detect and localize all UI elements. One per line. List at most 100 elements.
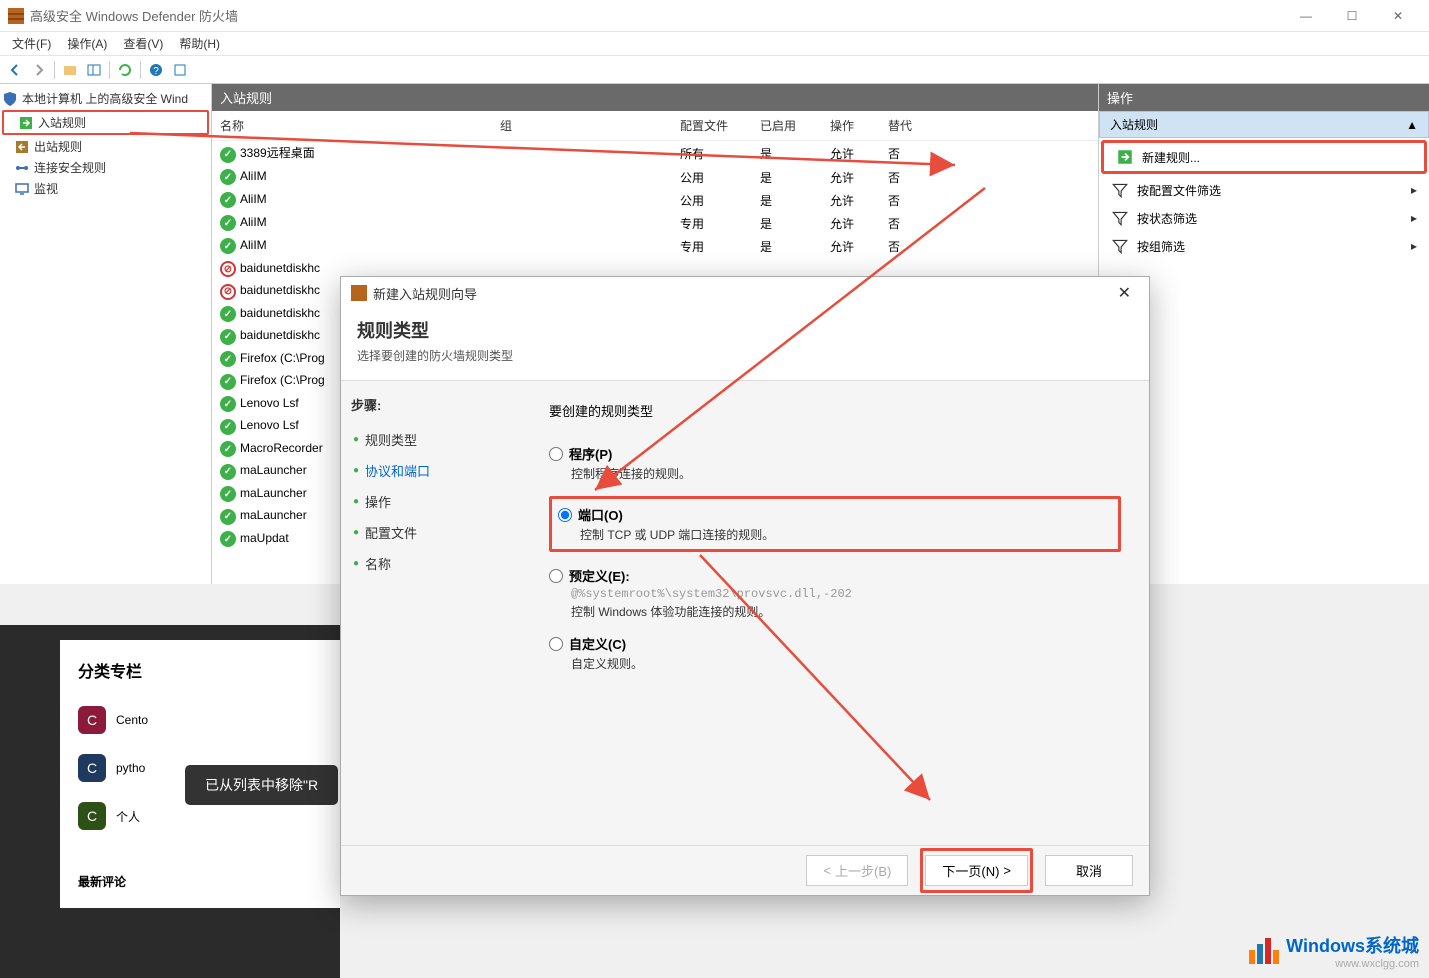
rule-row[interactable]: ✓3389远程桌面所有是允许否: [212, 141, 1098, 166]
tree-connection-security[interactable]: 连接安全规则: [0, 157, 211, 178]
rule-name: maLauncher: [240, 486, 307, 500]
watermark-logo-icon: [1248, 938, 1280, 964]
firewall-app-icon: [8, 8, 24, 24]
rule-name: AliIM: [240, 192, 267, 206]
allow-icon: ✓: [220, 441, 236, 457]
rule-action: 允许: [830, 192, 888, 209]
new-rule-wizard: 新建入站规则向导 ✕ 规则类型 选择要创建的防火墙规则类型 步骤: ●规则类型 …: [340, 276, 1150, 896]
connsec-icon: [14, 160, 30, 176]
action-filter-state-label: 按状态筛选: [1137, 210, 1197, 227]
help-button[interactable]: ?: [145, 59, 167, 81]
recent-comments-title: 最新评论: [78, 873, 322, 890]
step-rule-type[interactable]: ●规则类型: [351, 424, 511, 455]
allow-icon: ✓: [220, 238, 236, 254]
allow-icon: ✓: [220, 531, 236, 547]
col-name[interactable]: 名称: [220, 117, 500, 134]
col-override[interactable]: 替代: [888, 117, 928, 134]
radio-port-input[interactable]: [558, 508, 572, 522]
inbound-icon: [18, 115, 34, 131]
radio-program-desc: 控制程序连接的规则。: [571, 465, 1121, 482]
radio-program[interactable]: 程序(P) 控制程序连接的规则。: [549, 444, 1121, 482]
rule-row[interactable]: ✓AliIM公用是允许否: [212, 166, 1098, 189]
chevron-right-icon: ▸: [1411, 239, 1417, 253]
action-filter-group[interactable]: 按组筛选 ▸: [1099, 232, 1429, 260]
col-enabled[interactable]: 已启用: [760, 117, 830, 134]
radio-port[interactable]: 端口(O) 控制 TCP 或 UDP 端口连接的规则。: [549, 496, 1121, 552]
radio-custom-input[interactable]: [549, 637, 563, 651]
toolbar: ?: [0, 56, 1429, 84]
wizard-steps: 步骤: ●规则类型 ●协议和端口 ●操作 ●配置文件 ●名称: [341, 381, 521, 845]
step-protocol[interactable]: ●协议和端口: [351, 455, 511, 486]
step-name[interactable]: ●名称: [351, 548, 511, 579]
rule-name: baidunetdiskhc: [240, 261, 320, 275]
col-group[interactable]: 组: [500, 117, 680, 134]
action-filter-profile[interactable]: 按配置文件筛选 ▸: [1099, 176, 1429, 204]
collapse-arrow-icon[interactable]: ▲: [1406, 118, 1418, 132]
tree-root-label: 本地计算机 上的高级安全 Wind: [22, 90, 188, 107]
tree-root[interactable]: 本地计算机 上的高级安全 Wind: [0, 88, 211, 109]
maximize-button[interactable]: ☐: [1329, 0, 1375, 32]
wizard-footer: < 上一步(B) 下一页(N) > 取消: [341, 845, 1149, 895]
watermark: Windows系统城 www.wxclgg.com: [1248, 932, 1419, 970]
radio-program-input[interactable]: [549, 447, 563, 461]
filter-icon: [1111, 181, 1129, 199]
category-item[interactable]: CCento: [78, 696, 322, 744]
col-action[interactable]: 操作: [830, 117, 888, 134]
radio-predefined[interactable]: 预定义(E): @%systemroot%\system32\provsvc.d…: [549, 566, 1121, 620]
rule-override: 否: [888, 145, 928, 162]
minimize-button[interactable]: —: [1283, 0, 1329, 32]
radio-port-desc: 控制 TCP 或 UDP 端口连接的规则。: [580, 526, 1112, 543]
radio-predefined-input[interactable]: [549, 569, 563, 583]
refresh-button[interactable]: [114, 59, 136, 81]
tree-monitoring[interactable]: 监视: [0, 178, 211, 199]
col-profile[interactable]: 配置文件: [680, 117, 760, 134]
action-filter-profile-label: 按配置文件筛选: [1137, 182, 1221, 199]
rule-row[interactable]: ✓AliIM专用是允许否: [212, 212, 1098, 235]
next-button[interactable]: 下一页(N) >: [925, 855, 1028, 886]
forward-button[interactable]: [28, 59, 50, 81]
menu-action[interactable]: 操作(A): [59, 33, 115, 54]
rule-enabled: 是: [760, 215, 830, 232]
allow-icon: ✓: [220, 192, 236, 208]
back-button[interactable]: < 上一步(B): [806, 855, 908, 886]
new-rule-icon: [1116, 148, 1134, 166]
wizard-title: 新建入站规则向导: [373, 284, 1110, 303]
allow-icon: ✓: [220, 419, 236, 435]
wizard-heading: 规则类型: [357, 317, 1133, 343]
monitor-icon: [14, 181, 30, 197]
action-filter-state[interactable]: 按状态筛选 ▸: [1099, 204, 1429, 232]
menu-file[interactable]: 文件(F): [4, 33, 59, 54]
radio-custom[interactable]: 自定义(C) 自定义规则。: [549, 634, 1121, 672]
wizard-close-button[interactable]: ✕: [1110, 279, 1139, 307]
block-icon: ⊘: [220, 284, 236, 300]
cancel-button[interactable]: 取消: [1045, 855, 1133, 886]
allow-icon: ✓: [220, 215, 236, 231]
step-profile[interactable]: ●配置文件: [351, 517, 511, 548]
panes-button[interactable]: [83, 59, 105, 81]
rule-override: 否: [888, 192, 928, 209]
rule-override: 否: [888, 238, 928, 255]
actions-panel-header: 操作: [1099, 84, 1429, 111]
window-title: 高级安全 Windows Defender 防火墙: [30, 6, 1283, 25]
rule-action: 允许: [830, 145, 888, 162]
watermark-url: www.wxclgg.com: [1286, 958, 1419, 970]
content-heading: 要创建的规则类型: [549, 401, 1121, 420]
radio-predefined-desc: 控制 Windows 体验功能连接的规则。: [571, 603, 1121, 620]
rule-action: 允许: [830, 215, 888, 232]
tree-inbound-rules[interactable]: 入站规则: [2, 110, 209, 135]
properties-button[interactable]: [169, 59, 191, 81]
menubar: 文件(F) 操作(A) 查看(V) 帮助(H): [0, 32, 1429, 56]
step-action[interactable]: ●操作: [351, 486, 511, 517]
back-button[interactable]: [4, 59, 26, 81]
rule-profile: 公用: [680, 192, 760, 209]
menu-view[interactable]: 查看(V): [115, 33, 171, 54]
action-new-rule[interactable]: 新建规则...: [1101, 140, 1427, 174]
menu-help[interactable]: 帮助(H): [171, 33, 228, 54]
tree-outbound-rules[interactable]: 出站规则: [0, 136, 211, 157]
rule-row[interactable]: ✓AliIM公用是允许否: [212, 189, 1098, 212]
rule-row[interactable]: ✓AliIM专用是允许否: [212, 235, 1098, 258]
close-button[interactable]: ✕: [1375, 0, 1421, 32]
rule-name: 3389远程桌面: [240, 146, 315, 160]
folder-button[interactable]: [59, 59, 81, 81]
rule-profile: 公用: [680, 169, 760, 186]
